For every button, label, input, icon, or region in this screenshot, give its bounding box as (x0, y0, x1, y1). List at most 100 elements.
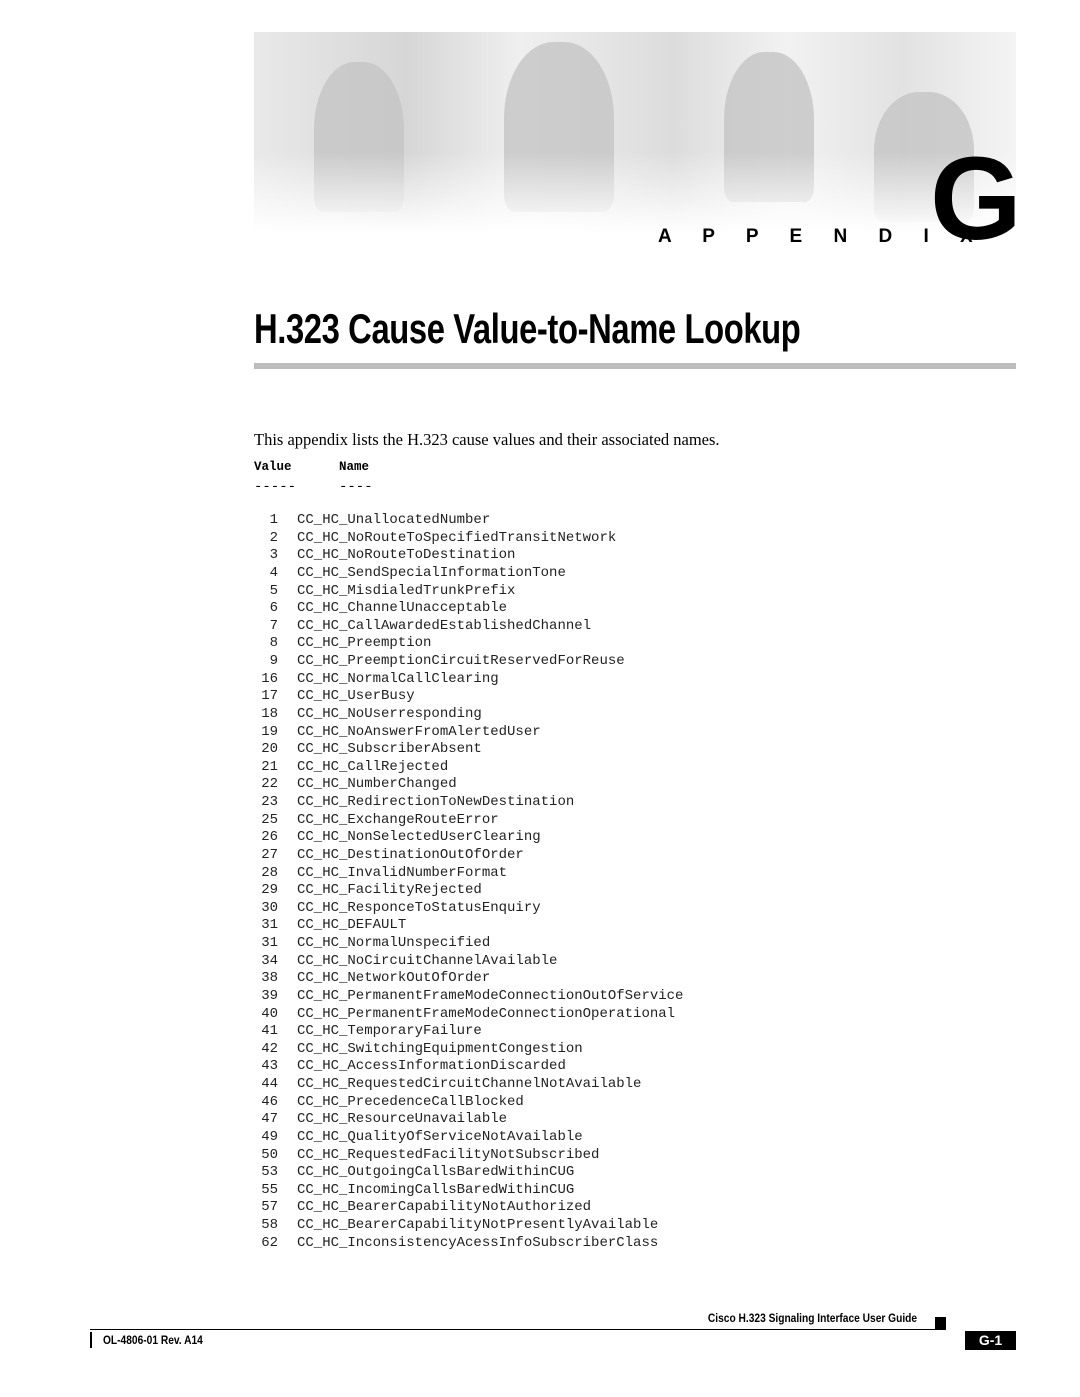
table-row: 40 CC_HC_PermanentFrameModeConnectionOper… (254, 1006, 683, 1024)
table-row: 38 CC_HC_NetworkOutOfOrder (254, 970, 683, 988)
cause-name: CC_HC_NormalCallClearing (297, 670, 499, 687)
cause-name: CC_HC_NetworkOutOfOrder (297, 970, 491, 987)
table-row: 26 CC_HC_NonSelectedUserClearing (254, 829, 683, 847)
cause-name: CC_HC_BearerCapabilityNotPresentlyAvaila… (297, 1217, 659, 1233)
footer-marker (935, 1317, 946, 1330)
table-row: 50 CC_HC_RequestedFacilityNotSubscribed (254, 1147, 683, 1165)
cause-value: 31 (261, 935, 278, 951)
table-row: 49 CC_HC_QualityOfServiceNotAvailable (254, 1129, 683, 1147)
column-header-name: Name (339, 460, 370, 474)
table-row: 23 CC_HC_RedirectionToNewDestination (254, 794, 683, 812)
cause-value: 25 (261, 811, 278, 828)
cause-name: CC_HC_CallRejected (297, 758, 449, 775)
table-row: 16 CC_HC_NormalCallClearing (254, 671, 683, 689)
cause-value: 23 (261, 794, 278, 810)
cause-name: CC_HC_ExchangeRouteError (297, 811, 499, 828)
cause-name: CC_HC_DestinationOutOfOrder (297, 846, 524, 863)
table-row: 53 CC_HC_OutgoingCallsBaredWithinCUG (254, 1164, 683, 1182)
cause-value: 17 (261, 688, 278, 705)
cause-name: CC_HC_PermanentFrameModeConnectionOperat… (297, 1005, 676, 1022)
cause-name: CC_HC_ResponceToStatusEnquiry (297, 899, 541, 916)
cause-value: 62 (261, 1234, 278, 1251)
table-row: 30 CC_HC_ResponceToStatusEnquiry (254, 900, 683, 918)
table-row: 47 CC_HC_ResourceUnavailable (254, 1111, 683, 1129)
cause-value: 57 (261, 1199, 278, 1216)
cause-name: CC_HC_InvalidNumberFormat (297, 864, 508, 881)
cause-value: 50 (261, 1146, 278, 1163)
table-row: 7 CC_HC_CallAwardedEstablishedChannel (254, 618, 683, 636)
cause-name: CC_HC_NoRouteToSpecifiedTransitNetwork (297, 529, 617, 546)
cause-value: 55 (261, 1181, 278, 1198)
cause-name: CC_HC_InconsistencyAcessInfoSubscriberCl… (297, 1234, 659, 1251)
page-number: G-1 (965, 1331, 1016, 1350)
cause-name: CC_HC_FacilityRejected (297, 882, 482, 899)
cause-name: CC_HC_MisdialedTrunkPrefix (297, 582, 516, 599)
footer-guide-title: Cisco H.323 Signaling Interface User Gui… (707, 1311, 917, 1325)
table-row: 43 CC_HC_AccessInformationDiscarded (254, 1058, 683, 1076)
cause-value: 46 (261, 1093, 278, 1110)
cause-name: CC_HC_RequestedFacilityNotSubscribed (297, 1146, 600, 1163)
table-row: 41 CC_HC_TemporaryFailure (254, 1023, 683, 1041)
cause-name: CC_HC_SendSpecialInformationTone (297, 564, 566, 581)
cause-name: CC_HC_SwitchingEquipmentCongestion (297, 1040, 583, 1057)
page-title: H.323 Cause Value-to-Name Lookup (254, 305, 801, 352)
cause-value: 42 (261, 1040, 278, 1057)
table-row: 62 CC_HC_InconsistencyAcessInfoSubscriber… (254, 1235, 683, 1253)
intro-text: This appendix lists the H.323 cause valu… (254, 430, 720, 449)
cause-value: 27 (261, 846, 278, 863)
table-row: 9 CC_HC_PreemptionCircuitReservedForReuse (254, 653, 683, 671)
table-row: 21 CC_HC_CallRejected (254, 759, 683, 777)
table-row: 19 CC_HC_NoAnswerFromAlertedUser (254, 724, 683, 742)
table-row: 31 CC_HC_DEFAULT (254, 917, 683, 935)
cause-value: 7 (269, 617, 278, 634)
cause-value: 53 (261, 1164, 278, 1181)
cause-name: CC_HC_ChannelUnacceptable (297, 600, 508, 617)
cause-value: 5 (269, 582, 278, 599)
cause-name: CC_HC_PrecedenceCallBlocked (297, 1093, 524, 1110)
table-row: 18 CC_HC_NoUserresponding (254, 706, 683, 724)
table-row: 1 CC_HC_UnallocatedNumber (254, 512, 683, 530)
cause-name: CC_HC_NoUserresponding (297, 705, 482, 722)
table-row: 5 CC_HC_MisdialedTrunkPrefix (254, 583, 683, 601)
cause-value: 1 (269, 512, 278, 528)
table-row: 31 CC_HC_NormalUnspecified (254, 935, 683, 953)
appendix-letter: G (930, 133, 1022, 265)
cause-name: CC_HC_NonSelectedUserClearing (297, 829, 541, 846)
table-row: 8 CC_HC_Preemption (254, 635, 683, 653)
banner-photo (254, 32, 1016, 242)
table-row: 3 CC_HC_NoRouteToDestination (254, 547, 683, 565)
cause-name: CC_HC_NumberChanged (297, 776, 457, 793)
underline-name: ---- (339, 479, 373, 495)
cause-value: 49 (261, 1128, 278, 1145)
table-row: 58 CC_HC_BearerCapabilityNotPresentlyAvai… (254, 1217, 683, 1235)
cause-value: 6 (269, 600, 278, 617)
table-row: 20 CC_HC_SubscriberAbsent (254, 741, 683, 759)
cause-value: 3 (269, 547, 278, 564)
cause-value: 19 (261, 723, 278, 740)
cause-value: 58 (261, 1217, 278, 1233)
table-row: 42 CC_HC_SwitchingEquipmentCongestion (254, 1041, 683, 1059)
cause-name: CC_HC_UnallocatedNumber (297, 512, 491, 528)
cause-list: 1 CC_HC_UnallocatedNumber 2 CC_HC_NoRouteTo… (254, 512, 683, 1252)
cause-name: CC_HC_NormalUnspecified (297, 935, 491, 951)
cause-value: 18 (261, 705, 278, 722)
cause-value: 34 (261, 952, 278, 969)
column-header-value: Value (254, 460, 292, 474)
document-page: A P P E N D I X G H.323 Cause Value-to-N… (0, 0, 1080, 1397)
cause-name: CC_HC_BearerCapabilityNotAuthorized (297, 1199, 592, 1216)
cause-value: 30 (261, 899, 278, 916)
cause-value: 39 (261, 987, 278, 1004)
underline-value: ----- (254, 479, 297, 495)
cause-value: 31 (261, 917, 278, 934)
cause-name: CC_HC_UserBusy (297, 688, 415, 705)
cause-value: 43 (261, 1058, 278, 1075)
cause-name: CC_HC_OutgoingCallsBaredWithinCUG (297, 1164, 575, 1181)
cause-name: CC_HC_IncomingCallsBaredWithinCUG (297, 1181, 575, 1198)
table-row: 27 CC_HC_DestinationOutOfOrder (254, 847, 683, 865)
table-row: 28 CC_HC_InvalidNumberFormat (254, 865, 683, 883)
cause-value: 20 (261, 741, 278, 758)
title-rule (254, 363, 1016, 369)
cause-value: 9 (269, 653, 278, 669)
footer-rule (90, 1329, 935, 1330)
cause-value: 47 (261, 1111, 278, 1128)
